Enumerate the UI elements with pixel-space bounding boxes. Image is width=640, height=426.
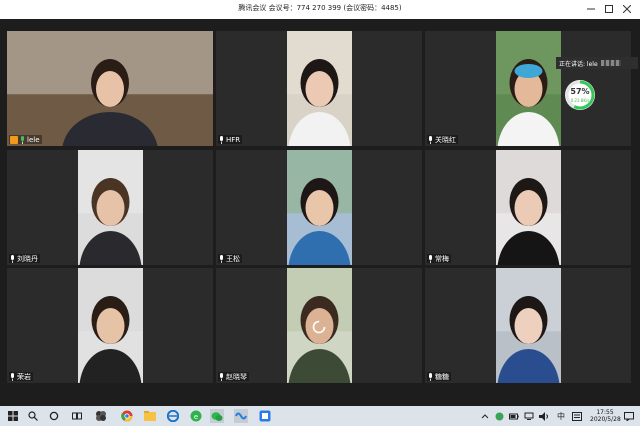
participant-video xyxy=(496,31,561,146)
participant-tile[interactable]: 赵晓琴 xyxy=(216,268,422,383)
audio-level-icon xyxy=(600,60,621,66)
participant-tile[interactable]: 关晓红 xyxy=(425,31,631,146)
participant-video xyxy=(7,31,213,146)
search-icon[interactable] xyxy=(26,409,40,423)
close-button[interactable] xyxy=(620,2,634,16)
battery-icon[interactable] xyxy=(509,411,519,421)
participant-video xyxy=(496,268,561,383)
file-explorer-icon[interactable] xyxy=(143,409,157,423)
clock-date: 2020/5/28 xyxy=(590,416,621,423)
participant-name: lele xyxy=(27,135,40,144)
input-method-icon[interactable] xyxy=(572,411,582,421)
green-app-icon[interactable]: e xyxy=(189,409,203,423)
network-quality-gauge[interactable]: 57% 0.23.8K/s xyxy=(565,80,595,110)
microphone-icon xyxy=(428,254,433,263)
participant-name-tag: 关晓红 xyxy=(427,135,458,144)
participant-portrait xyxy=(287,31,352,146)
participant-name-tag: 常梅 xyxy=(427,254,451,263)
tray-green-app-icon[interactable] xyxy=(494,411,504,421)
svg-text:e: e xyxy=(194,413,198,421)
microphone-icon xyxy=(219,135,224,144)
microphone-icon xyxy=(20,135,25,144)
participant-tile[interactable]: 刘晓丹 xyxy=(7,150,213,265)
participant-name: HFR xyxy=(226,135,241,144)
active-speaker-label: 正在讲话: lele xyxy=(559,60,598,68)
participant-name-tag: 刘晓丹 xyxy=(9,254,40,263)
participant-portrait xyxy=(7,31,213,146)
clock-time: 17:55 xyxy=(596,409,614,416)
participant-tile[interactable]: 糖糖 xyxy=(425,268,631,383)
chrome-icon[interactable] xyxy=(120,409,134,423)
network-icon[interactable] xyxy=(524,411,534,421)
participant-portrait xyxy=(496,268,561,383)
windows-start-icon[interactable] xyxy=(6,409,20,423)
microphone-icon xyxy=(10,254,15,263)
participant-portrait xyxy=(78,268,143,383)
tray-chevron-icon[interactable] xyxy=(480,411,490,421)
participant-tile[interactable]: lele xyxy=(7,31,213,146)
participant-video xyxy=(496,150,561,265)
host-icon xyxy=(10,135,18,144)
participant-name-tag: 王松 xyxy=(218,254,242,263)
pinwheel-app-icon[interactable] xyxy=(94,409,108,423)
network-rate: 0.23.8K/s xyxy=(570,98,590,103)
participant-tile[interactable]: 王松 xyxy=(216,150,422,265)
active-speaker-indicator: 正在讲话: lele xyxy=(556,57,638,69)
participant-name-tag: 糖糖 xyxy=(427,372,451,381)
participant-tile[interactable]: 常梅 xyxy=(425,150,631,265)
maximize-button[interactable] xyxy=(602,2,616,16)
notification-icon[interactable] xyxy=(624,411,634,421)
participant-name: 赵晓琴 xyxy=(226,372,247,381)
microphone-icon xyxy=(219,254,224,263)
window-title: 腾讯会议 会议号：774 270 399 (会议密码：4485) xyxy=(238,4,402,12)
participant-tile[interactable]: HFR xyxy=(216,31,422,146)
microphone-icon xyxy=(10,372,15,381)
participant-video xyxy=(287,150,352,265)
ime-indicator[interactable]: 中 xyxy=(556,411,566,421)
participant-video xyxy=(78,150,143,265)
participant-video xyxy=(78,268,143,383)
participant-tile[interactable]: 荣岩 xyxy=(7,268,213,383)
edge-icon[interactable] xyxy=(166,409,180,423)
participant-name: 刘晓丹 xyxy=(17,254,38,263)
participant-portrait xyxy=(496,31,561,146)
participant-name-tag: HFR xyxy=(218,135,243,144)
participant-portrait xyxy=(287,150,352,265)
participant-portrait xyxy=(496,150,561,265)
cortana-icon[interactable] xyxy=(47,409,61,423)
meeting-app-icon[interactable] xyxy=(258,409,272,423)
system-clock[interactable]: 17:55 2020/5/28 xyxy=(590,409,621,423)
participant-name-tag: 荣岩 xyxy=(9,372,33,381)
minimize-button[interactable] xyxy=(584,2,598,16)
microphone-icon xyxy=(428,135,433,144)
participant-name: 糖糖 xyxy=(435,372,449,381)
tencent-meeting-icon[interactable] xyxy=(234,409,248,423)
microphone-icon xyxy=(428,372,433,381)
title-bar: 腾讯会议 会议号：774 270 399 (会议密码：4485) xyxy=(0,0,640,19)
participant-name: 荣岩 xyxy=(17,372,31,381)
participant-name: 常梅 xyxy=(435,254,449,263)
participant-name-tag: 赵晓琴 xyxy=(218,372,249,381)
taskbar: e 中 17:55 2020/5/28 xyxy=(0,406,640,426)
participant-name-tag: lele xyxy=(9,135,42,144)
participant-video xyxy=(287,31,352,146)
microphone-icon xyxy=(219,372,224,381)
task-view-icon[interactable] xyxy=(70,409,84,423)
loading-spinner-icon xyxy=(312,319,326,334)
wechat-icon[interactable] xyxy=(210,409,224,423)
network-percent: 57% xyxy=(570,87,590,96)
participant-name: 王松 xyxy=(226,254,240,263)
participant-portrait xyxy=(78,150,143,265)
participant-name: 关晓红 xyxy=(435,135,456,144)
volume-icon[interactable] xyxy=(539,411,549,421)
video-grid: lele HFR 关晓红刘晓丹 王松 常梅荣岩 赵晓琴 糖糖 xyxy=(7,31,633,383)
